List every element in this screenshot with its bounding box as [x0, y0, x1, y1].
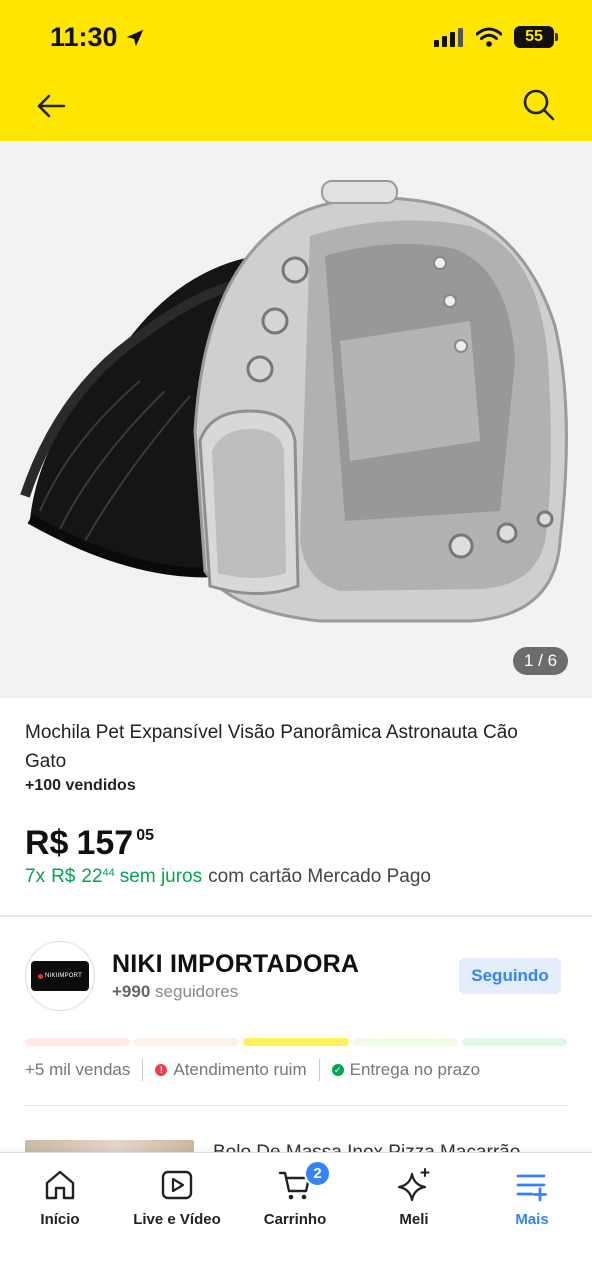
status-time-text: 11:30: [50, 22, 118, 52]
tab-carrinho[interactable]: 2 Carrinho: [240, 1160, 350, 1228]
product-image: [20, 180, 568, 623]
price-whole: 157: [76, 824, 134, 862]
logo-dot-icon: [38, 973, 44, 979]
play-icon: [161, 1170, 193, 1200]
metric-separator: [142, 1059, 144, 1081]
tab-mais[interactable]: Mais: [477, 1167, 587, 1228]
seller-followers: +990 seguidores: [112, 982, 238, 1002]
tab-label: Live e Vídeo: [133, 1211, 221, 1228]
section-divider: [0, 915, 592, 917]
app-header: 11:30 55: [0, 0, 592, 141]
home-icon: [45, 1170, 75, 1200]
followers-label: seguidores: [155, 982, 239, 1001]
bottom-tab-bar: Início Live e Vídeo 2 Carrinho Meli Mais: [0, 1152, 592, 1280]
check-icon: ✓: [331, 1064, 344, 1076]
status-time: 11:30: [50, 22, 146, 53]
product-price: R$ 157 05: [25, 823, 154, 863]
thermometer-segment-1: [25, 1038, 131, 1046]
metric-service: Atendimento ruim: [173, 1060, 307, 1079]
installments-cents: 44: [102, 867, 115, 879]
cart-badge: 2: [304, 1160, 331, 1187]
back-arrow-icon[interactable]: [34, 88, 70, 124]
price-currency: R$: [25, 824, 69, 862]
location-arrow-icon: [126, 29, 143, 46]
thermometer-segment-2: [134, 1038, 240, 1046]
menu-plus-icon: [516, 1174, 547, 1202]
tab-label: Início: [40, 1211, 80, 1228]
follow-button[interactable]: Seguindo: [459, 958, 561, 994]
installments-no-interest: sem juros: [119, 866, 203, 887]
battery-level: 55: [525, 28, 543, 45]
tab-inicio[interactable]: Início: [5, 1167, 115, 1228]
product-title: Mochila Pet Expansível Visão Panorâmica …: [25, 722, 518, 772]
status-indicators: 55: [434, 26, 558, 48]
sparkle-icon: [397, 1168, 430, 1202]
metric-delivery: Entrega no prazo: [349, 1060, 481, 1079]
sold-count: +100 vendidos: [25, 777, 136, 794]
product-gallery[interactable]: 1 / 6: [0, 141, 592, 698]
seller-logo-text: NIKIIMPORT: [45, 973, 82, 979]
seller-avatar[interactable]: NIKIIMPORT: [25, 941, 95, 1011]
battery-indicator: 55: [514, 26, 558, 48]
installments-whole: 22: [81, 866, 103, 887]
tab-live-video[interactable]: Live e Vídeo: [122, 1167, 232, 1228]
tab-meli[interactable]: Meli: [359, 1167, 469, 1228]
tab-label: Mais: [515, 1211, 549, 1228]
image-counter: 1 / 6: [513, 647, 568, 675]
thermometer-segment-3: [243, 1038, 349, 1046]
seller-name[interactable]: NIKI IMPORTADORA: [112, 950, 359, 979]
wifi-icon: [476, 27, 502, 47]
installments-suffix: com cartão Mercado Pago: [208, 866, 431, 887]
followers-count: +990: [112, 982, 151, 1001]
installments-count: 7x: [25, 866, 46, 887]
price-cents: 05: [136, 827, 154, 844]
installments-info[interactable]: 7x R$ 22 44 sem juros com cartão Mercado…: [25, 866, 431, 888]
tab-label: Carrinho: [263, 1211, 327, 1228]
seller-metrics: +5 mil vendas ! Atendimento ruim ✓ Entre…: [25, 1059, 480, 1081]
section-divider: [25, 1105, 567, 1106]
seller-logo: NIKIIMPORT: [31, 961, 89, 991]
tab-label: Meli: [399, 1211, 429, 1228]
installments-currency: R$: [51, 866, 76, 887]
reputation-thermometer: [25, 1038, 568, 1046]
thermometer-segment-4: [352, 1038, 458, 1046]
alert-icon: !: [155, 1064, 168, 1076]
metric-separator: [318, 1059, 320, 1081]
signal-icon: [434, 28, 463, 47]
search-icon[interactable]: [522, 88, 556, 122]
metric-sales: +5 mil vendas: [25, 1060, 131, 1079]
thermometer-segment-5: [461, 1038, 568, 1046]
